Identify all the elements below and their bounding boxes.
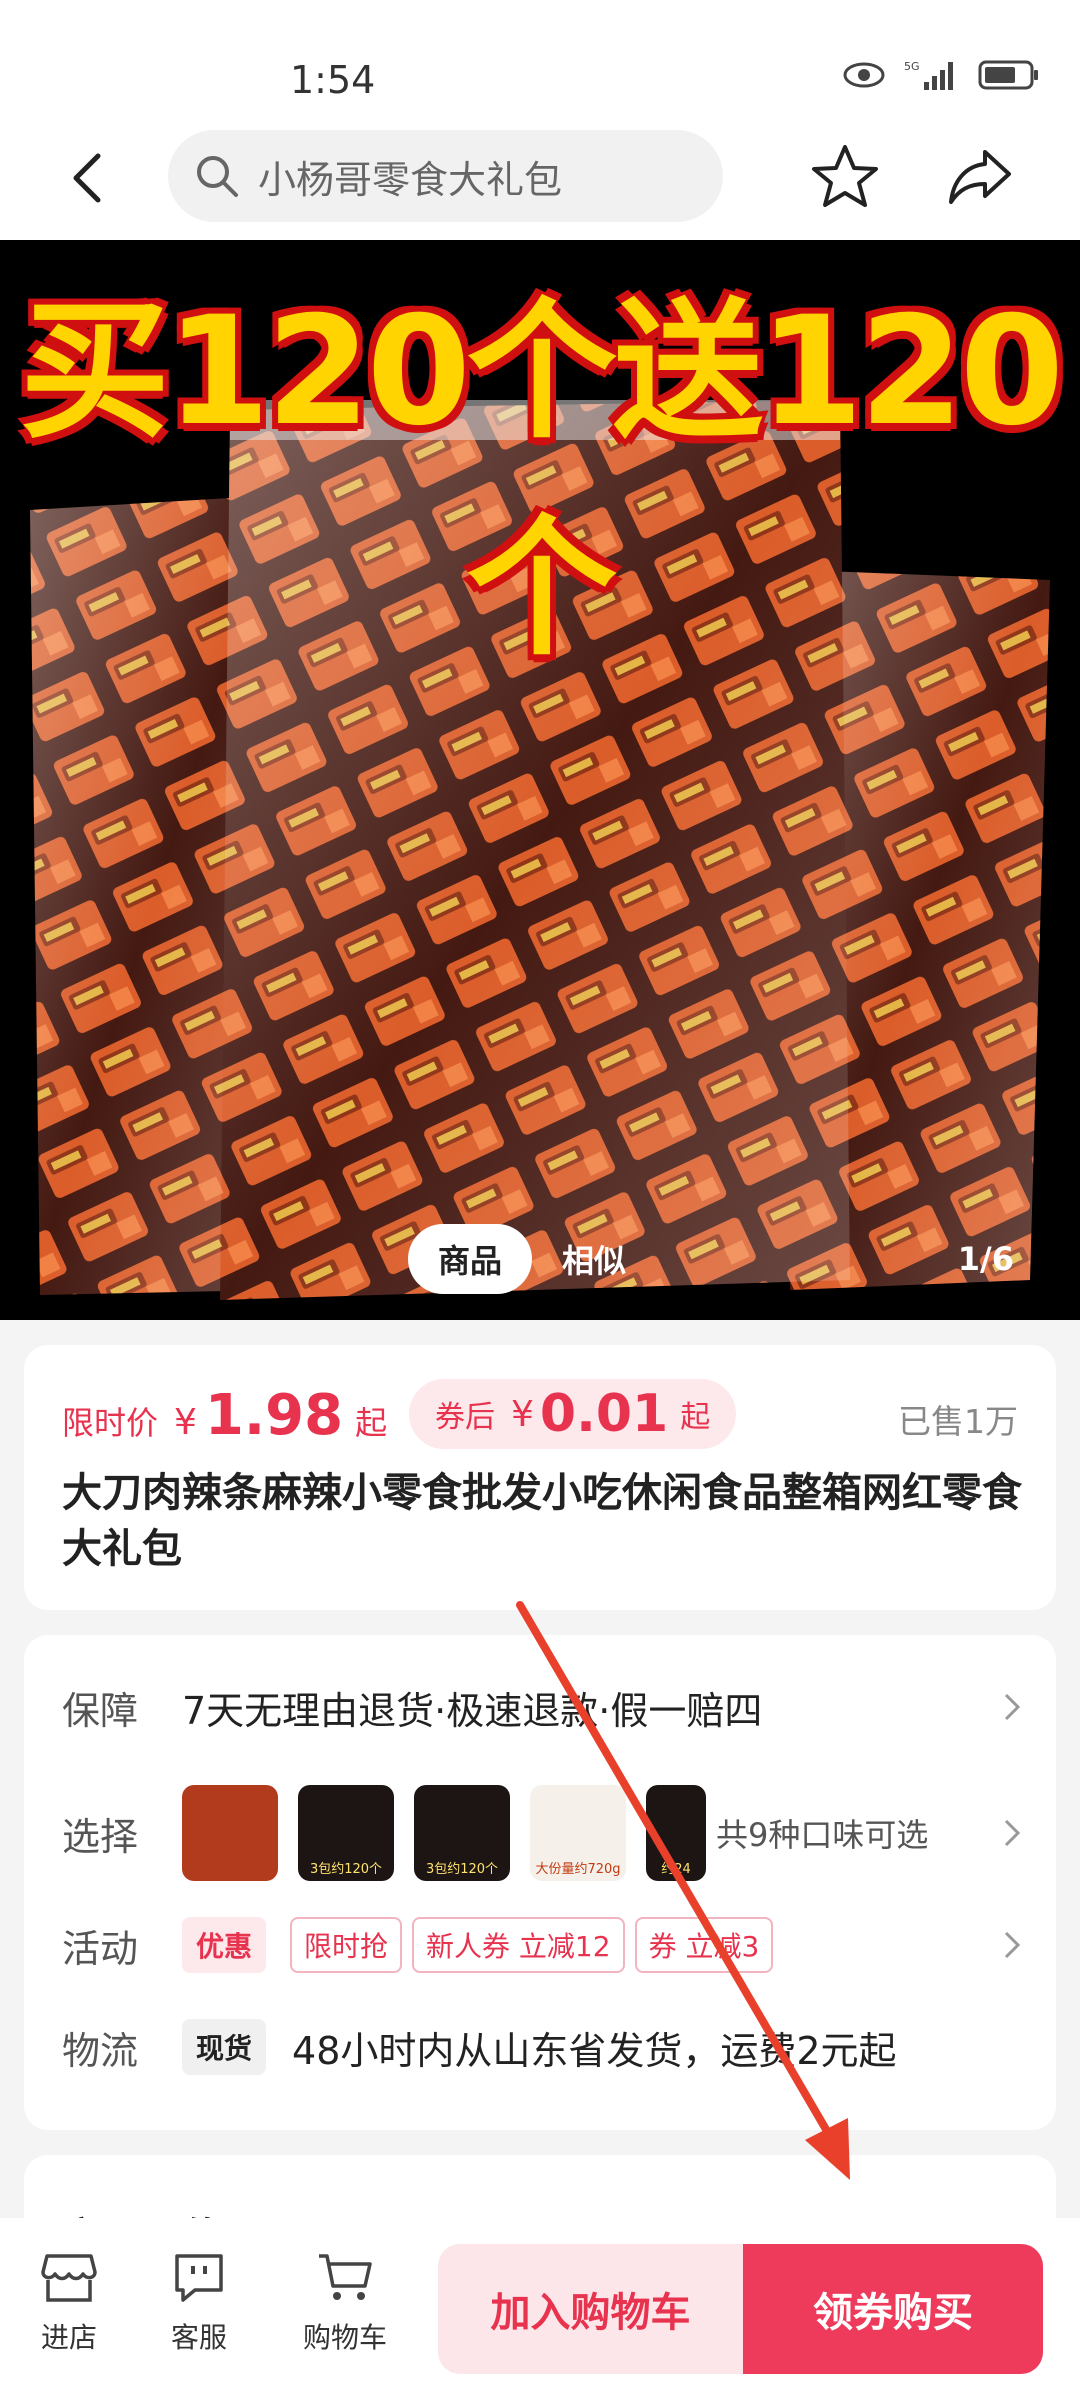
chevron-right-icon [1004, 1931, 1021, 1959]
back-icon[interactable] [60, 148, 120, 208]
star-icon[interactable] [810, 142, 880, 212]
sold-count: 已售1万 [898, 1402, 1018, 1441]
product-page: 1:54 5G 小杨哥零食大礼包 买120个送120个 商品 相似 1/6 限时… [0, 0, 1080, 2400]
battery-icon [978, 60, 1038, 90]
coupon-price-pill: 券后 ¥ 0.01 起 [409, 1379, 737, 1449]
search-bar[interactable]: 小杨哥零食大礼包 [168, 130, 723, 222]
search-icon [197, 156, 238, 197]
chat-icon [175, 2254, 223, 2302]
cart-label: 购物车 [302, 2321, 387, 2354]
flavor-thumb[interactable]: 3包约120个 [298, 1785, 394, 1881]
product-image[interactable]: 买120个送120个 商品 相似 1/6 [0, 240, 1080, 1320]
flavor-thumbnails: 3包约120个 3包约120个 大份量约720g 约24 [182, 1785, 706, 1881]
status-time: 1:54 [290, 58, 376, 102]
promo-headline: 买120个送120个 [19, 285, 1064, 676]
chevron-right-icon [1004, 1693, 1021, 1721]
store-button[interactable]: 进店 [14, 2250, 124, 2356]
activity-label: 活动 [62, 1926, 139, 1971]
flavor-thumb[interactable] [182, 1785, 278, 1881]
bottom-action-bar: 进店 客服 购物车 加入购物车 领券购买 [0, 2218, 1080, 2400]
discount-badge: 优惠 [182, 1917, 267, 1973]
limited-price: 限时价 ¥ 1.98 起 [62, 1383, 387, 1448]
currency-symbol: ¥ [174, 1402, 197, 1443]
select-row[interactable]: 选择 3包约120个 3包约120个 大份量约720g 约24 共9种口味可选 [62, 1783, 1022, 1883]
activity-row[interactable]: 活动 优惠 限时抢 新人券 立减12 券 立减3 [62, 1915, 1022, 1975]
guarantee-text: 7天无理由退货·极速退款·假一赔四 [182, 1688, 763, 1733]
search-query: 小杨哥零食大礼包 [258, 157, 563, 202]
guarantee-label: 保障 [62, 1688, 139, 1733]
select-label: 选择 [62, 1814, 139, 1859]
service-button[interactable]: 客服 [144, 2250, 254, 2356]
nav-bar: 小杨哥零食大礼包 [0, 118, 1080, 240]
store-icon [41, 2254, 97, 2302]
activity-tag: 限时抢 [290, 1917, 403, 1973]
guarantee-row[interactable]: 保障 7天无理由退货·极速退款·假一赔四 [62, 1677, 1022, 1737]
logistics-row[interactable]: 物流 现货 48小时内从山东省发货，运费2元起 [62, 2017, 1022, 2077]
activity-tag: 券 立减3 [634, 1917, 774, 1973]
in-stock-badge: 现货 [182, 2019, 267, 2075]
status-bar: 1:54 5G [0, 0, 1080, 118]
info-card: 保障 7天无理由退货·极速退款·假一赔四 选择 3包约120个 3包约120个 … [24, 1635, 1056, 2130]
store-label: 进店 [40, 2321, 97, 2354]
image-tabs: 商品 相似 [408, 1223, 656, 1295]
flavor-count: 共9种口味可选 [716, 1816, 929, 1854]
flavor-thumb[interactable]: 3包约120个 [414, 1785, 510, 1881]
coupon-value: 0.01 [539, 1384, 669, 1444]
share-icon[interactable] [945, 142, 1015, 212]
add-to-cart-button[interactable]: 加入购物车 [438, 2244, 743, 2374]
service-label: 客服 [170, 2321, 227, 2354]
image-counter: 1/6 [957, 1240, 1014, 1278]
status-icons: 5G [842, 58, 1040, 92]
flavor-thumb[interactable]: 约24 [646, 1785, 706, 1881]
activity-tag: 新人券 立减12 [412, 1917, 625, 1973]
tab-similar[interactable]: 相似 [532, 1224, 656, 1294]
coupon-currency: ¥ [511, 1393, 534, 1435]
svg-text:5G: 5G [904, 60, 920, 73]
chevron-right-icon [1004, 1819, 1021, 1847]
product-title: 大刀肉辣条麻辣小零食批发小吃休闲食品整箱网红零食大礼包 [62, 1470, 1022, 1572]
price-suffix: 起 [355, 1404, 388, 1442]
signal-icon: 5G [904, 60, 953, 90]
tab-product[interactable]: 商品 [408, 1224, 533, 1294]
price-card: 限时价 ¥ 1.98 起 券后 ¥ 0.01 起 已售1万 大刀肉辣条麻辣小零食… [24, 1345, 1056, 1610]
eye-icon [843, 62, 885, 88]
limit-price-label: 限时价 [62, 1404, 159, 1442]
cart-button[interactable]: 购物车 [290, 2250, 400, 2356]
price-value: 1.98 [204, 1383, 344, 1448]
cart-icon [319, 2254, 372, 2300]
coupon-suffix: 起 [680, 1400, 711, 1435]
flavor-thumb[interactable]: 大份量约720g [530, 1785, 626, 1881]
coupon-label: 券后 [435, 1400, 495, 1435]
claim-coupon-buy-button[interactable]: 领券购买 [743, 2244, 1043, 2374]
logistics-label: 物流 [62, 2028, 139, 2073]
logistics-text: 48小时内从山东省发货，运费2元起 [292, 2028, 897, 2073]
